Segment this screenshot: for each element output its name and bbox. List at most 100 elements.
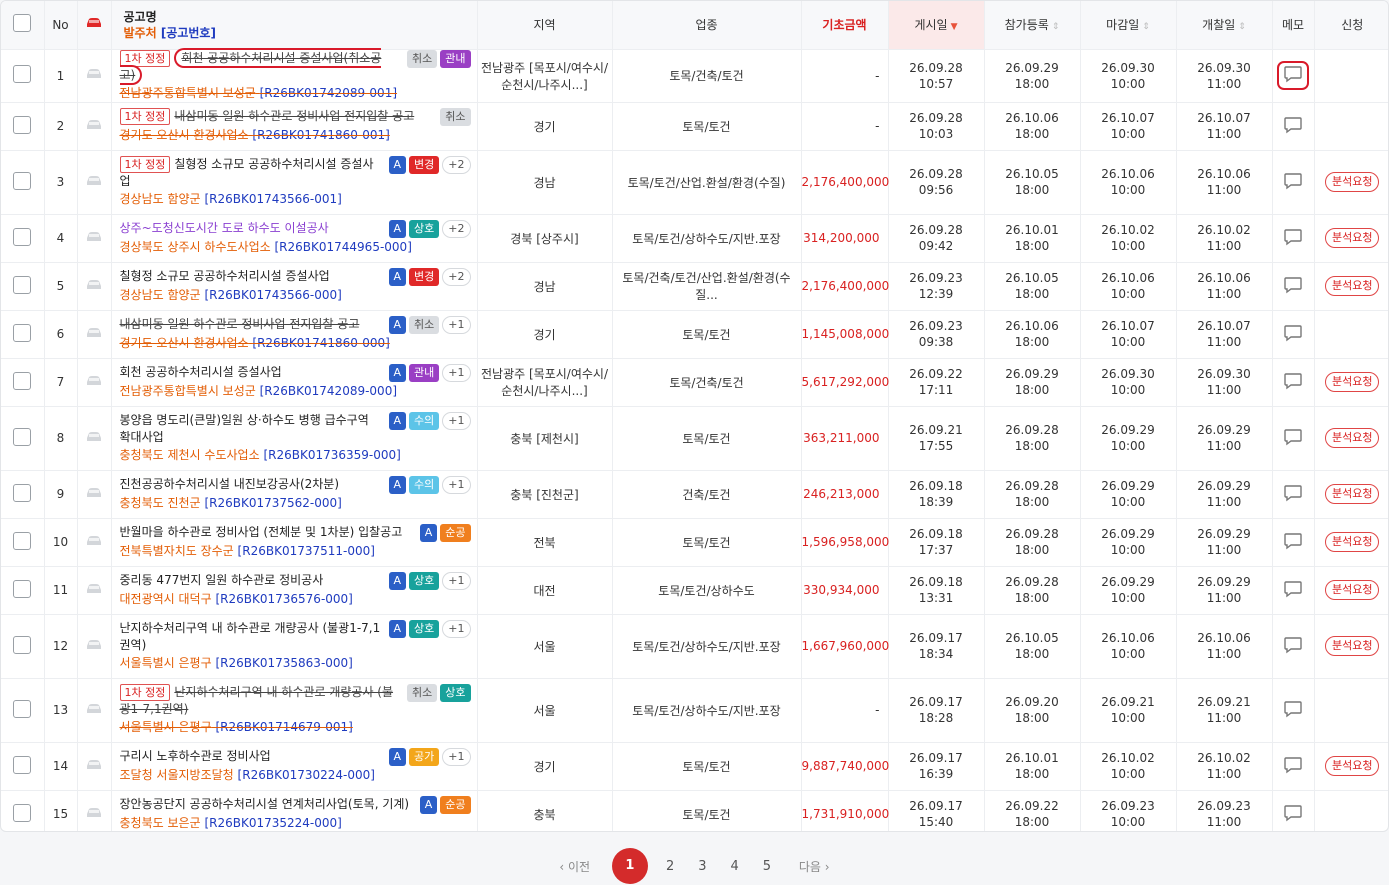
table-row[interactable]: 1 1차 정정 회천 공공하수처리시설 증설사업(취소공고) 취소 관내 전남광주통합특별… xyxy=(1,47,1388,103)
memo-icon[interactable] xyxy=(1283,484,1303,505)
row-select-cell[interactable] xyxy=(1,790,45,831)
table-row[interactable]: 4 상주~도청신도시간 도로 하수도 이설공사 A 상호 +2 경상북도 상주시 하수도사… xyxy=(1,214,1388,263)
bid-title-cell[interactable]: 1차 정정 내삼미동 일원 하수관로 정비사업 전지입찰 공고 취소 경기도 오산시 … xyxy=(111,102,478,151)
table-row[interactable]: 3 1차 정정 칠형정 소규모 공공하수처리시설 증설사업 A 변경 +2 경상남도 함양군… xyxy=(1,150,1388,215)
bid-title-cell[interactable]: 반월마을 하수관로 정비사업 (전체분 및 1차분) 입찰공고 A 순공 전북특별자치… xyxy=(111,518,478,567)
bid-title[interactable]: 난지하수처리구역 내 하수관로 개량공사 (불광1-7,1권역) xyxy=(120,620,383,654)
bid-title-cell[interactable]: 구리시 노후하수관로 정비사업 A 공가 +1 조달청 서울지방조달청 [R26BK01… xyxy=(111,742,478,791)
bid-title[interactable]: 1차 정정 난지하수처리구역 내 하수관로 개량공사 (불광1-7,1권역) xyxy=(119,684,402,718)
bid-title-cell[interactable]: 상주~도청신도시간 도로 하수도 이설공사 A 상호 +2 경상북도 상주시 하수도사업… xyxy=(111,214,478,263)
table-row[interactable]: 8 봉양읍 명도리(큰말)일원 상·하수도 병행 급수구역 확대사업 A 수의 +1 충청… xyxy=(1,406,1388,471)
table-row[interactable]: 14 구리시 노후하수관로 정비사업 A 공가 +1 조달청 서울지방조달청 [R26BK… xyxy=(1,742,1388,791)
memo-icon[interactable] xyxy=(1283,228,1303,249)
table-row[interactable]: 5 칠형정 소규모 공공하수처리시설 증설사업 A 변경 +2 경상남도 함양군 [R26… xyxy=(1,262,1388,311)
bid-title[interactable]: 진천공공하수처리시설 내진보강공사(2차분) xyxy=(120,476,383,493)
row-checkbox[interactable] xyxy=(13,371,32,390)
bid-title[interactable]: 칠형정 소규모 공공하수처리시설 증설사업 xyxy=(120,268,383,285)
bid-title-cell[interactable]: 칠형정 소규모 공공하수처리시설 증설사업 A 변경 +2 경상남도 함양군 [R26B… xyxy=(111,262,478,311)
row-checkbox[interactable] xyxy=(13,323,32,342)
row-checkbox[interactable] xyxy=(13,803,32,822)
memo-icon[interactable] xyxy=(1283,756,1303,777)
row-select-cell[interactable] xyxy=(1,678,45,743)
bid-title[interactable]: 1차 정정 회천 공공하수처리시설 증설사업(취소공고) xyxy=(119,47,402,85)
header-posted[interactable]: 게시일 ▼ xyxy=(888,1,985,50)
bid-title[interactable]: 1차 정정 내삼미동 일원 하수관로 정비사업 전지입찰 공고 xyxy=(119,108,435,125)
table-row[interactable]: 2 1차 정정 내삼미동 일원 하수관로 정비사업 전지입찰 공고 취소 경기도 오산시… xyxy=(1,102,1388,151)
page-link-5[interactable]: 5 xyxy=(763,859,771,874)
bid-title-cell[interactable]: 1차 정정 회천 공공하수처리시설 증설사업(취소공고) 취소 관내 전남광주통합특별시… xyxy=(111,47,478,103)
table-row[interactable]: 7 회천 공공하수처리시설 증설사업 A 관내 +1 전남광주통합특별시 보성군 [R26… xyxy=(1,358,1388,407)
bid-title[interactable]: 반월마을 하수관로 정비사업 (전체분 및 1차분) 입찰공고 xyxy=(120,524,414,541)
bid-title-cell[interactable]: 1차 정정 난지하수처리구역 내 하수관로 개량공사 (불광1-7,1권역) 취소 상… xyxy=(111,678,478,743)
row-checkbox[interactable] xyxy=(13,65,32,83)
row-checkbox[interactable] xyxy=(13,483,32,502)
next-page-link[interactable]: 다음 › xyxy=(799,858,830,875)
table-row[interactable]: 9 진천공공하수처리시설 내진보강공사(2차분) A 수의 +1 충청북도 진천군 [R2… xyxy=(1,470,1388,519)
memo-icon[interactable] xyxy=(1283,172,1303,193)
row-checkbox[interactable] xyxy=(13,635,32,654)
memo-icon[interactable] xyxy=(1283,636,1303,657)
header-opening[interactable]: 개찰일 ⇕ xyxy=(1176,1,1273,50)
header-deadline[interactable]: 마감일 ⇕ xyxy=(1080,1,1177,50)
table-row[interactable]: 11 중리동 477번지 일원 하수관로 정비공사 A 상호 +1 대전광역시 대덕구 [… xyxy=(1,566,1388,615)
bid-title[interactable]: 내삼미동 일원 하수관로 정비사업 전지입찰 공고 xyxy=(120,316,383,333)
memo-icon[interactable] xyxy=(1283,428,1303,449)
analysis-request-button[interactable]: 분석요청 xyxy=(1325,532,1380,552)
analysis-request-button[interactable]: 분석요청 xyxy=(1325,276,1380,296)
bid-title-cell[interactable]: 내삼미동 일원 하수관로 정비사업 전지입찰 공고 A 취소 +1 경기도 오산시 환경… xyxy=(111,310,478,359)
select-all-cell[interactable] xyxy=(1,1,45,50)
row-select-cell[interactable] xyxy=(1,262,45,311)
bid-title[interactable]: 회천 공공하수처리시설 증설사업 xyxy=(120,364,383,381)
memo-icon[interactable] xyxy=(1283,580,1303,601)
row-checkbox[interactable] xyxy=(13,227,32,246)
memo-icon[interactable] xyxy=(1283,276,1303,297)
page-link-3[interactable]: 3 xyxy=(698,859,706,874)
table-row[interactable]: 13 1차 정정 난지하수처리구역 내 하수관로 개량공사 (불광1-7,1권역) 취… xyxy=(1,678,1388,743)
bid-title[interactable]: 1차 정정 칠형정 소규모 공공하수처리시설 증설사업 xyxy=(119,156,383,190)
row-select-cell[interactable] xyxy=(1,102,45,151)
row-select-cell[interactable] xyxy=(1,49,45,103)
analysis-request-button[interactable]: 분석요청 xyxy=(1325,428,1380,448)
row-select-cell[interactable] xyxy=(1,406,45,471)
row-select-cell[interactable] xyxy=(1,150,45,215)
bid-title-cell[interactable]: 1차 정정 칠형정 소규모 공공하수처리시설 증설사업 A 변경 +2 경상남도 함양군 … xyxy=(111,150,478,215)
row-select-cell[interactable] xyxy=(1,614,45,679)
row-checkbox[interactable] xyxy=(13,699,32,718)
memo-icon[interactable] xyxy=(1283,804,1303,825)
page-link-2[interactable]: 2 xyxy=(666,859,674,874)
page-link-1[interactable]: 1 xyxy=(611,848,648,884)
memo-icon[interactable] xyxy=(1283,532,1303,553)
analysis-request-button[interactable]: 분석요청 xyxy=(1325,228,1380,248)
page-link-4[interactable]: 4 xyxy=(731,859,739,874)
row-select-cell[interactable] xyxy=(1,470,45,519)
analysis-request-button[interactable]: 분석요청 xyxy=(1325,756,1380,776)
bid-title[interactable]: 장안농공단지 공공하수처리시설 연계처리사업(토목, 기계) xyxy=(120,796,414,813)
bid-title[interactable]: 중리동 477번지 일원 하수관로 정비공사 xyxy=(120,572,383,589)
row-checkbox[interactable] xyxy=(13,171,32,190)
row-checkbox[interactable] xyxy=(13,755,32,774)
row-checkbox[interactable] xyxy=(13,275,32,294)
analysis-request-button[interactable]: 분석요청 xyxy=(1325,580,1380,600)
bid-title-cell[interactable]: 봉양읍 명도리(큰말)일원 상·하수도 병행 급수구역 확대사업 A 수의 +1 충청북… xyxy=(111,406,478,471)
bid-title[interactable]: 봉양읍 명도리(큰말)일원 상·하수도 병행 급수구역 확대사업 xyxy=(120,412,383,446)
row-select-cell[interactable] xyxy=(1,358,45,407)
row-select-cell[interactable] xyxy=(1,566,45,615)
bid-title-cell[interactable]: 회천 공공하수처리시설 증설사업 A 관내 +1 전남광주통합특별시 보성군 [R26B… xyxy=(111,358,478,407)
row-checkbox[interactable] xyxy=(13,579,32,598)
bid-title[interactable]: 구리시 노후하수관로 정비사업 xyxy=(120,748,383,765)
bid-title-cell[interactable]: 난지하수처리구역 내 하수관로 개량공사 (불광1-7,1권역) A 상호 +1 서울특… xyxy=(111,614,478,679)
row-select-cell[interactable] xyxy=(1,518,45,567)
table-row[interactable]: 12 난지하수처리구역 내 하수관로 개량공사 (불광1-7,1권역) A 상호 +1 서… xyxy=(1,614,1388,679)
row-checkbox[interactable] xyxy=(13,115,32,134)
memo-icon[interactable] xyxy=(1277,61,1309,90)
bid-title-cell[interactable]: 진천공공하수처리시설 내진보강공사(2차분) A 수의 +1 충청북도 진천군 [R26… xyxy=(111,470,478,519)
prev-page-link[interactable]: ‹ 이전 xyxy=(559,858,590,875)
row-select-cell[interactable] xyxy=(1,742,45,791)
bid-title-cell[interactable]: 장안농공단지 공공하수처리시설 연계처리사업(토목, 기계) A 순공 충청북도 보은… xyxy=(111,790,478,831)
header-registration[interactable]: 참가등록 ⇕ xyxy=(984,1,1081,50)
memo-icon[interactable] xyxy=(1283,700,1303,721)
row-checkbox[interactable] xyxy=(13,531,32,550)
analysis-request-button[interactable]: 분석요청 xyxy=(1325,636,1380,656)
memo-icon[interactable] xyxy=(1283,116,1303,137)
bid-title[interactable]: 상주~도청신도시간 도로 하수도 이설공사 xyxy=(120,220,383,237)
